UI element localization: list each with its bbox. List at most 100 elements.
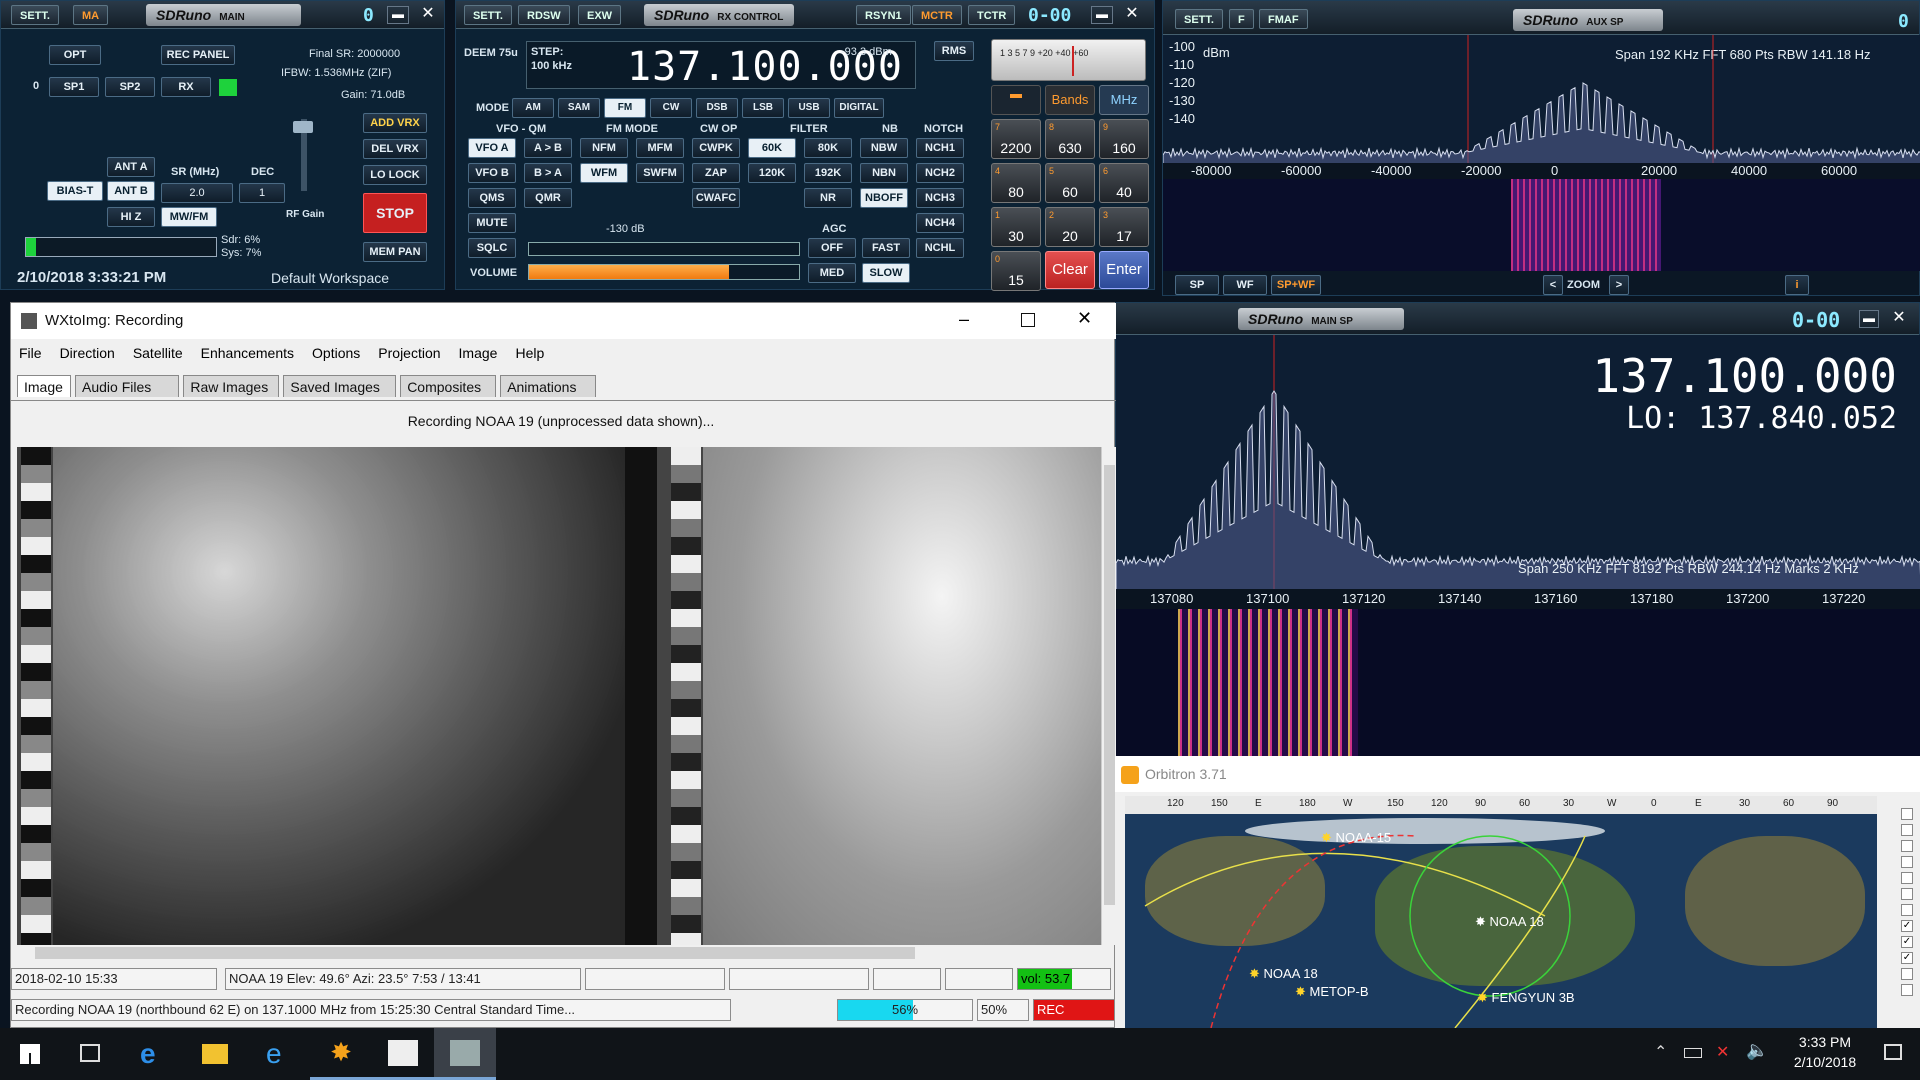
menu-help[interactable]: Help (515, 345, 544, 361)
swfm-button[interactable]: SWFM (636, 163, 684, 183)
sdruno-task-icon[interactable] (372, 1028, 434, 1080)
hiz-button[interactable]: HI Z (107, 207, 155, 227)
lo-lock-button[interactable]: LO LOCK (363, 165, 427, 185)
filter-192k-button[interactable]: 192K (804, 163, 852, 183)
sat-checkbox[interactable]: ✓ (1901, 952, 1913, 964)
mainsp-minimize-icon[interactable]: ▬ (1859, 310, 1879, 328)
del-vrx-button[interactable]: DEL VRX (363, 139, 427, 159)
band-key-80[interactable]: 4 80 (991, 163, 1041, 203)
rdsw-button[interactable]: RDSW (518, 5, 570, 25)
menu-options[interactable]: Options (312, 345, 360, 361)
ant-a-button[interactable]: ANT A (107, 157, 155, 177)
tab-saved-images[interactable]: Saved Images (283, 375, 397, 397)
mode-dsb-button[interactable]: DSB (696, 98, 738, 118)
sp2-button[interactable]: SP2 (105, 77, 155, 97)
battery-icon[interactable] (1684, 1048, 1702, 1058)
rx-sett-button[interactable]: SETT. (464, 5, 512, 25)
agc-fast-button[interactable]: FAST (862, 238, 910, 258)
aux-wf-button[interactable]: WF (1223, 275, 1267, 295)
opt-button[interactable]: OPT (49, 45, 101, 65)
clear-button[interactable]: Clear (1045, 251, 1095, 289)
band-key-160[interactable]: 9 160 (1099, 119, 1149, 159)
sp1-button[interactable]: SP1 (49, 77, 99, 97)
nchl-button[interactable]: NCHL (916, 238, 964, 258)
menu-image[interactable]: Image (459, 345, 498, 361)
network-icon[interactable]: ✕ (1716, 1042, 1729, 1062)
filter-80k-button[interactable]: 80K (804, 138, 852, 158)
nfm-button[interactable]: NFM (580, 138, 628, 158)
mwfm-button[interactable]: MW/FM (161, 207, 217, 227)
band-key-15[interactable]: 0 15 (991, 251, 1041, 291)
band-key-60[interactable]: 5 60 (1045, 163, 1095, 203)
nr-button[interactable]: NR (804, 188, 852, 208)
sat-checkbox[interactable] (1901, 904, 1913, 916)
mode-usb-button[interactable]: USB (788, 98, 830, 118)
band-key-17[interactable]: 3 17 (1099, 207, 1149, 247)
mainsp-spectrum[interactable]: 137.100.000 LO: 137.840.052 Span 250 KHz… (1116, 335, 1920, 589)
mode-digital-button[interactable]: DIGITAL (834, 98, 884, 118)
minimize-icon[interactable]: ▬ (387, 6, 409, 24)
nboff-button[interactable]: NBOFF (860, 188, 908, 208)
main-sett-button[interactable]: SETT. (11, 5, 59, 25)
nch2-button[interactable]: NCH2 (916, 163, 964, 183)
file-explorer-icon[interactable] (202, 1044, 228, 1064)
menu-satellite[interactable]: Satellite (133, 345, 183, 361)
a-to-b-button[interactable]: A > B (524, 138, 572, 158)
aux-spwf-button[interactable]: SP+WF (1271, 275, 1321, 295)
mhz-button[interactable]: MHz (1099, 85, 1149, 115)
agc-slow-button[interactable]: SLOW (862, 263, 910, 283)
clock-time[interactable]: 3:33 PM (1780, 1034, 1870, 1050)
tab-image[interactable]: Image (17, 375, 71, 397)
nch3-button[interactable]: NCH3 (916, 188, 964, 208)
wfm-button[interactable]: WFM (580, 163, 628, 183)
sat-checkbox[interactable] (1901, 840, 1913, 852)
menu-file[interactable]: File (19, 345, 42, 361)
edge-icon[interactable]: e (140, 1038, 156, 1070)
wx-minimize-icon[interactable]: – (959, 309, 969, 330)
stop-button[interactable]: STOP (363, 193, 427, 233)
tab-animations[interactable]: Animations (500, 375, 597, 397)
sqlc-button[interactable]: SQLC (468, 238, 516, 258)
scrollbar-thumb[interactable] (1104, 465, 1115, 905)
bias-t-button[interactable]: BIAS-T (47, 181, 103, 201)
sat-fengyun3b[interactable]: ✸ FENGYUN 3B (1477, 990, 1575, 1006)
menu-direction[interactable]: Direction (60, 345, 115, 361)
mode-am-button[interactable]: AM (512, 98, 554, 118)
dec-value[interactable]: 1 (239, 183, 285, 203)
hscroll-thumb[interactable] (35, 947, 915, 959)
mem-pan-button[interactable]: MEM PAN (363, 242, 427, 262)
b-to-a-button[interactable]: B > A (524, 163, 572, 183)
filter-60k-button[interactable]: 60K (748, 138, 796, 158)
notification-icon[interactable] (1884, 1044, 1902, 1060)
qms-button[interactable]: QMS (468, 188, 516, 208)
horizontal-scrollbar[interactable] (17, 945, 1101, 961)
sr-value[interactable]: 2.0 (161, 183, 233, 203)
sat-checkbox[interactable]: ✓ (1901, 920, 1913, 932)
exw-button[interactable]: EXW (578, 5, 622, 25)
zoom-next-button[interactable]: > (1609, 275, 1629, 295)
vfo-b-button[interactable]: VFO B (468, 163, 516, 183)
nbn-button[interactable]: NBN (860, 163, 908, 183)
wx-close-icon[interactable]: ✕ (1077, 308, 1092, 329)
task-view-icon[interactable] (80, 1044, 100, 1062)
mode-fm-button[interactable]: FM (604, 98, 646, 118)
wxtoimg-task-icon[interactable] (434, 1028, 496, 1080)
vfo-a-button[interactable]: VFO A (468, 138, 516, 158)
orbitron-task-icon[interactable]: ✸ (310, 1028, 372, 1080)
agc-off-button[interactable]: OFF (808, 238, 856, 258)
sat-checkbox[interactable] (1901, 856, 1913, 868)
band-key-40[interactable]: 6 40 (1099, 163, 1149, 203)
tab-audio-files[interactable]: Audio Files (75, 375, 180, 397)
aux-spectrum[interactable]: -100 -110 -120 -130 -140 dBm Span 192 KHz FF… (1163, 35, 1920, 163)
cwpk-button[interactable]: CWPK (692, 138, 740, 158)
sat-checkbox[interactable] (1901, 968, 1913, 980)
mctr-button[interactable]: MCTR (912, 5, 962, 25)
sat-noaa15[interactable]: ✸ NOAA-15 (1321, 830, 1391, 846)
mfm-button[interactable]: MFM (636, 138, 684, 158)
cwafc-button[interactable]: CWAFC (692, 188, 740, 208)
qmr-button[interactable]: QMR (524, 188, 572, 208)
band-key-2200[interactable]: 7 2200 (991, 119, 1041, 159)
sat-checkbox[interactable] (1901, 808, 1913, 820)
start-icon[interactable] (20, 1044, 40, 1064)
sat-checkbox[interactable] (1901, 984, 1913, 996)
